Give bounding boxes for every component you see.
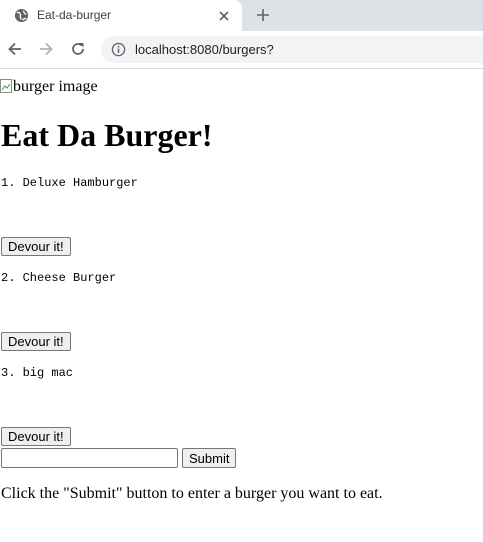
broken-image-icon (0, 79, 12, 93)
reload-icon[interactable] (69, 40, 87, 58)
burger-item: 2. Cheese Burger (1, 271, 117, 285)
page-content: burger image Eat Da Burger! 1. Deluxe Ha… (0, 69, 483, 542)
devour-button[interactable]: Devour it! (1, 237, 71, 256)
tab-eat-da-burger[interactable]: Eat-da-burger (0, 0, 242, 31)
tab-title: Eat-da-burger (37, 8, 112, 22)
burger-item: 3. big mac (1, 366, 74, 380)
info-icon[interactable] (111, 42, 126, 57)
url-text[interactable]: localhost:8080/burgers? (135, 42, 274, 57)
burger-image: burger image (0, 78, 98, 96)
tab-strip: Eat-da-burger (0, 0, 483, 31)
forward-icon[interactable] (37, 40, 55, 58)
new-tab-icon[interactable] (255, 7, 271, 23)
toolbar: localhost:8080/burgers? (0, 31, 483, 69)
instructions-text: Click the "Submit" button to enter a bur… (1, 485, 383, 502)
burger-image-alt: burger image (13, 78, 98, 95)
submit-button[interactable]: Submit (182, 448, 237, 468)
close-icon[interactable] (216, 8, 232, 24)
burger-name-input[interactable] (1, 448, 178, 468)
page-title: Eat Da Burger! (1, 117, 213, 153)
browser-window: Eat-da-burger localhost:8080/burgers? bu… (0, 0, 483, 542)
burger-item: 1. Deluxe Hamburger (1, 176, 138, 190)
devour-button[interactable]: Devour it! (1, 332, 71, 351)
globe-icon (14, 8, 29, 23)
devour-button[interactable]: Devour it! (1, 427, 71, 446)
back-icon[interactable] (6, 40, 24, 58)
address-bar[interactable]: localhost:8080/burgers? (101, 36, 483, 63)
